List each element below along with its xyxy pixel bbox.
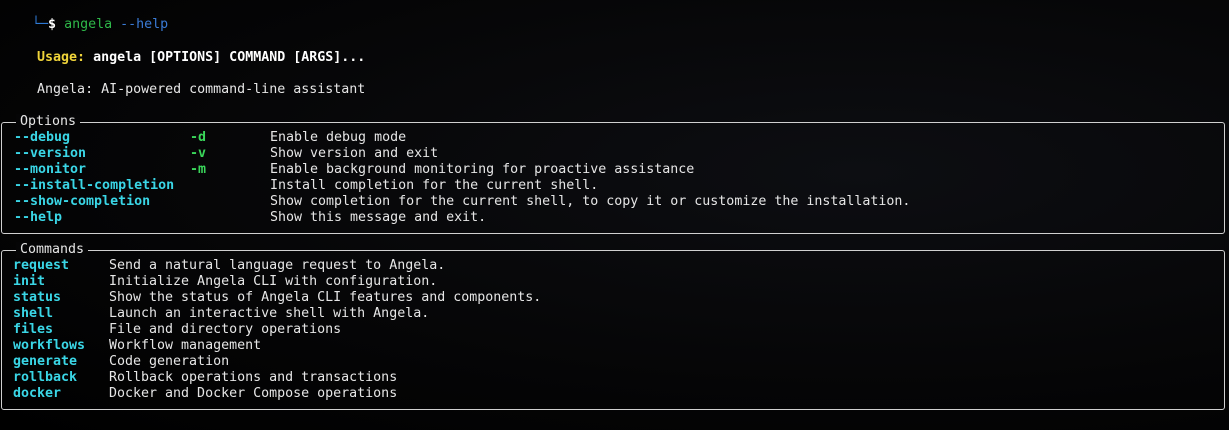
command-help: Docker and Docker Compose operations [109,386,398,401]
terminal-window[interactable]: └─$ angela --help Usage: angela [OPTIONS… [0,0,1229,430]
command-name: init [13,274,46,289]
prompt-argument: --help [120,17,169,32]
command-name: shell [13,306,54,321]
option-help: Show this message and exit. [270,210,487,225]
option-name: --help [14,210,63,225]
command-name: files [13,322,54,337]
commands-panel: Commands request Send a natural language … [1,242,1225,410]
command-name: request [13,258,70,273]
option-short: -d [190,130,207,145]
prompt-command: angela [64,17,113,32]
options-panel-title: Options [16,114,81,130]
command-help: Initialize Angela CLI with configuration… [109,274,438,289]
commands-panel-title: Commands [16,242,89,258]
command-help: Send a natural language request to Angel… [109,258,446,273]
usage-text: angela [OPTIONS] COMMAND [ARGS]... [93,50,366,65]
prompt-corner: └─ [32,17,49,32]
prompt-line: └─$ angela --help [0,1,168,32]
command-help: Rollback operations and transactions [109,370,398,385]
command-help: Launch an interactive shell with Angela. [109,306,430,321]
command-name: rollback [13,370,78,385]
option-short: -m [190,162,207,177]
option-help: Enable debug mode [270,130,407,145]
command-help: File and directory operations [109,322,342,337]
command-help: Code generation [109,354,230,369]
usage-label: Usage: [37,50,86,65]
command-help: Show the status of Angela CLI features a… [109,290,542,305]
usage-line: Usage: angela [OPTIONS] COMMAND [ARGS]..… [5,34,365,65]
option-short: -v [190,146,207,161]
option-help: Install completion for the current shell… [270,178,599,193]
option-name: --monitor [14,162,87,177]
command-name: workflows [13,338,86,353]
command-name: status [13,290,62,305]
app-description: Angela: AI-powered command-line assistan… [37,82,366,97]
option-name: --show-completion [14,194,151,209]
option-name: --version [14,146,87,161]
options-panel: Options --debug -d Enable debug mode --vers… [1,114,1225,234]
command-help: Workflow management [109,338,262,353]
prompt-dollar: $ [48,17,57,32]
description-line: Angela: AI-powered command-line assistan… [5,66,365,97]
option-name: --debug [14,130,71,145]
option-help: Show completion for the current shell, t… [270,194,911,209]
command-name: generate [13,354,78,369]
command-name: docker [13,386,62,401]
option-help: Show version and exit [270,146,439,161]
option-help: Enable background monitoring for proacti… [270,162,695,177]
option-name: --install-completion [14,178,175,193]
